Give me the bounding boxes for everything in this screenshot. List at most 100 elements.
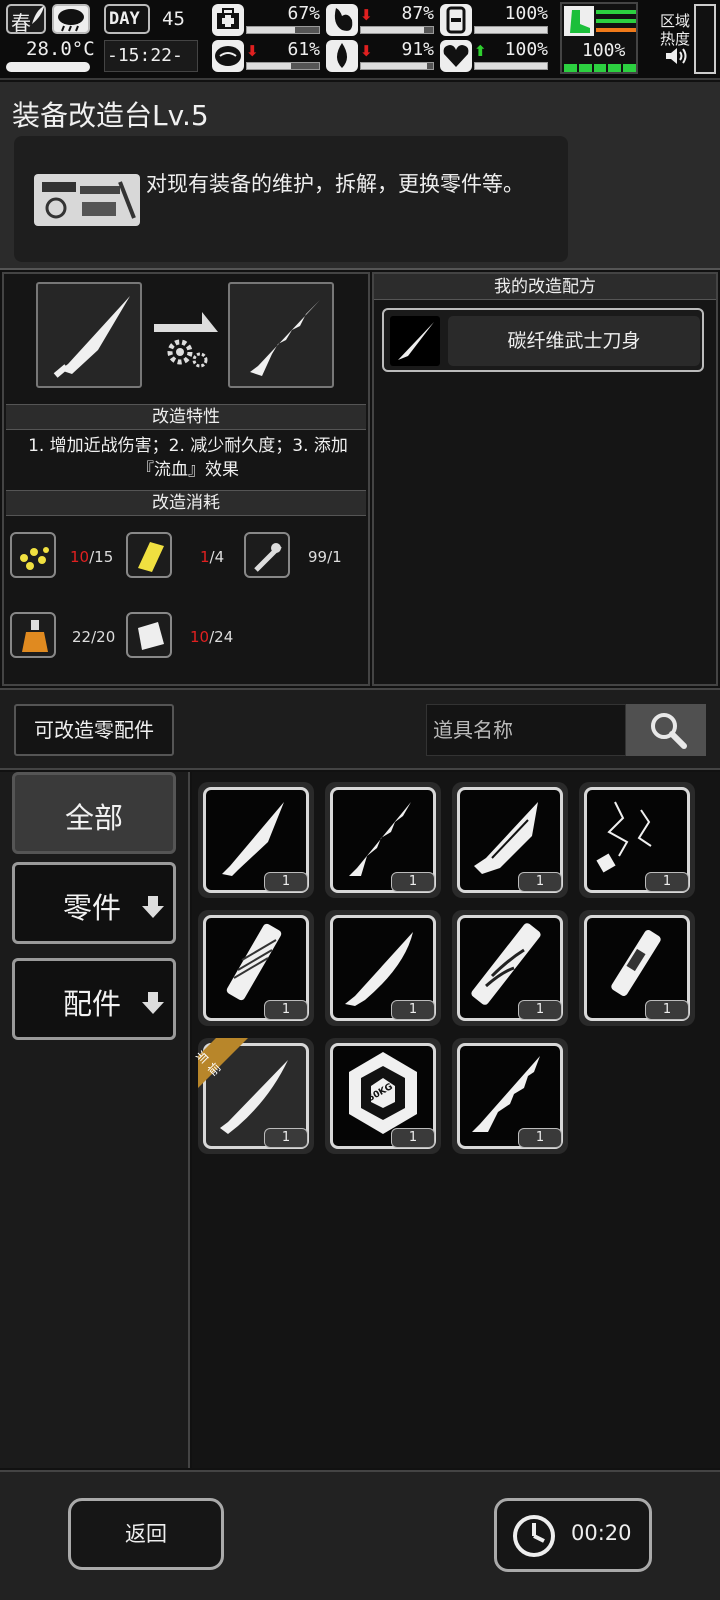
- item-count: 1: [264, 872, 308, 892]
- header: 装备改造台Lv.5 对现有装备的维护，拆解，更换零件等。: [0, 82, 720, 270]
- result-weapon-slot[interactable]: [228, 282, 334, 388]
- cost-have: 99: [308, 548, 328, 566]
- item-cell[interactable]: 1: [325, 782, 441, 898]
- item-cell[interactable]: 1: [452, 1038, 568, 1154]
- sidebar-item-label: 配件: [63, 987, 122, 1021]
- bottom-bar: 返回 00:20: [0, 1470, 720, 1600]
- item-count: 1: [518, 1000, 562, 1020]
- item-cell[interactable]: 1: [198, 782, 314, 898]
- rain-cloud-icon: [58, 9, 84, 32]
- zone-heat-meter: [694, 4, 716, 74]
- stat-bar: [246, 26, 320, 34]
- back-button[interactable]: 返回: [68, 1498, 224, 1570]
- item-cell[interactable]: 1: [579, 910, 695, 1026]
- item-count: 1: [264, 1128, 308, 1148]
- item-count: 1: [391, 1000, 435, 1020]
- item-count: 1: [391, 872, 435, 892]
- search-row: 可改造零配件: [0, 688, 720, 770]
- timer-button[interactable]: 00:20: [494, 1498, 652, 1572]
- season-label: 春: [11, 11, 31, 35]
- stamina-value: 100%: [582, 40, 626, 61]
- item-cell[interactable]: 1: [325, 910, 441, 1026]
- day-label: DAY: [109, 9, 140, 29]
- chemical-flask-icon: [10, 612, 56, 658]
- item-cell[interactable]: 1: [452, 782, 568, 898]
- traits-line-2: 『流血』效果: [137, 460, 239, 480]
- stamina-bar: [564, 64, 636, 72]
- time-readout: -15:22-: [107, 45, 183, 66]
- stat-bar: [474, 26, 548, 34]
- stat-value: 87%: [401, 3, 434, 24]
- stat-value: 67%: [287, 3, 320, 24]
- feather-icon: [30, 4, 46, 26]
- workbench-image: [34, 174, 140, 226]
- item-cell[interactable]: 50KG 1: [325, 1038, 441, 1154]
- cost-amount: 22/20: [72, 628, 116, 646]
- description-box: 对现有装备的维护，拆解，更换零件等。: [14, 136, 568, 262]
- item-count: 1: [518, 1128, 562, 1148]
- stat-bar: [246, 62, 320, 70]
- recipe-name: 碳纤维武士刀身: [448, 316, 700, 366]
- my-recipes-panel: 我的改造配方 碳纤维武士刀身: [372, 272, 718, 686]
- expand-arrow-icon: [141, 893, 165, 927]
- item-cell[interactable]: 1: [198, 910, 314, 1026]
- temperature-bar: [6, 62, 90, 72]
- cost-have: 1: [200, 548, 210, 566]
- expand-arrow-icon: [141, 989, 165, 1023]
- traits-line-1: 1. 增加近战伤害；2. 减少耐久度；3. 添加: [28, 436, 348, 456]
- cost-have: 10: [70, 548, 90, 566]
- item-count: 1: [264, 1000, 308, 1020]
- weather-box: [52, 4, 90, 34]
- stat-bar: [474, 62, 548, 70]
- blade-icon: [53, 296, 130, 378]
- sidebar-item-label: 全部: [64, 801, 123, 835]
- parts-section-label: 可改造零配件: [14, 704, 174, 756]
- stat-bar: [360, 26, 434, 34]
- grinder-tool-icon: [244, 532, 290, 578]
- sidebar-item-parts[interactable]: 零件: [12, 862, 176, 944]
- sidebar-item-all[interactable]: 全部: [12, 772, 176, 854]
- day-number: 45: [162, 8, 185, 30]
- stat-value: 61%: [287, 39, 320, 60]
- search-input[interactable]: [426, 704, 626, 756]
- cloth-sheet-icon: [126, 612, 172, 658]
- cost-need: 24: [214, 628, 234, 646]
- item-cell[interactable]: 当前 1: [193, 1038, 314, 1154]
- recipe-panel: 改造特性 1. 增加近战伤害；2. 减少耐久度；3. 添加 『流血』效果 改造消…: [2, 272, 370, 686]
- traits-text: 1. 增加近战伤害；2. 减少耐久度；3. 添加 『流血』效果: [8, 434, 368, 482]
- item-count: 1: [645, 872, 689, 892]
- page-title: 装备改造台Lv.5: [12, 99, 209, 132]
- temperature-readout: 28.0°C: [26, 38, 95, 60]
- cost-need: 15: [94, 548, 114, 566]
- scrap-pile-icon: [10, 532, 56, 578]
- speaker-icon[interactable]: [664, 46, 690, 66]
- item-grid: 1 1 1 1 1 1 1 1 当前 1 50KG 1 1: [192, 772, 720, 1468]
- recipe-list-item[interactable]: 碳纤维武士刀身: [382, 308, 704, 372]
- serrated-blade-icon: [250, 300, 320, 376]
- water-drop-icon: [326, 40, 358, 72]
- stat-value: 100%: [504, 39, 548, 60]
- cost-need: 20: [96, 628, 116, 646]
- stat-bar: [360, 62, 434, 70]
- clock-icon: [513, 1515, 555, 1557]
- cost-have: 10: [190, 628, 210, 646]
- cost-header: 改造消耗: [6, 490, 366, 516]
- convert-arrow-icon: [154, 312, 218, 368]
- day-box: DAY: [104, 4, 150, 34]
- cost-have: 22: [72, 628, 92, 646]
- boot-icon: [564, 6, 594, 36]
- item-count: 1: [518, 872, 562, 892]
- search-button[interactable]: [626, 704, 706, 756]
- sidebar-item-accessories[interactable]: 配件: [12, 958, 176, 1040]
- description-text: 对现有装备的维护，拆解，更换零件等。: [146, 172, 524, 196]
- item-cell[interactable]: 1: [579, 782, 695, 898]
- gold-bar-icon: [126, 532, 172, 578]
- source-weapon-slot[interactable]: [36, 282, 142, 388]
- my-recipes-title: 我的改造配方: [374, 274, 716, 300]
- heart-icon: [440, 40, 472, 72]
- status-bar: 春 28.0°C DAY 45 -15:22- 67% ⬇ 87% 100% ⬇ 61% ⬇…: [0, 0, 720, 80]
- battery-icon: [440, 4, 472, 36]
- sidebar-item-label: 零件: [63, 891, 122, 925]
- stat-value: 100%: [504, 3, 548, 24]
- item-cell[interactable]: 1: [452, 910, 568, 1026]
